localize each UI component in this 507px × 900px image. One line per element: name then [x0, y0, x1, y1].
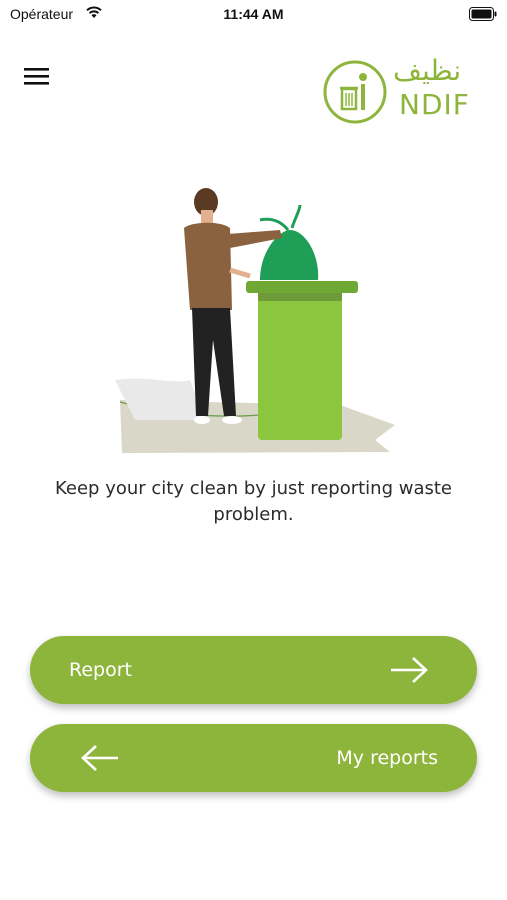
arrow-right-icon — [391, 657, 428, 683]
my-reports-button[interactable]: My reports — [30, 724, 477, 792]
tagline-line-2: problem. — [213, 504, 294, 525]
report-button[interactable]: Report — [30, 636, 477, 704]
tagline-line-1: Keep your city clean by just reporting w… — [54, 478, 453, 499]
person-throwing-trash-into-bin-illustration — [115, 188, 395, 453]
report-button-label: Report — [69, 659, 132, 681]
hamburger-menu-icon[interactable] — [20, 62, 54, 92]
status-bar: Opérateur 11:44 AM — [0, 0, 507, 30]
tagline: Keep your city clean by just reporting w… — [30, 476, 477, 528]
my-reports-button-label: My reports — [336, 747, 438, 769]
arrow-left-icon — [81, 745, 118, 771]
logo-text: NDIF — [399, 88, 470, 121]
trash-bin-logo-icon — [323, 60, 387, 124]
logo-arabic-text: نظيف — [393, 54, 462, 87]
battery-icon — [469, 7, 497, 21]
clock-time: 11:44 AM — [223, 6, 284, 22]
